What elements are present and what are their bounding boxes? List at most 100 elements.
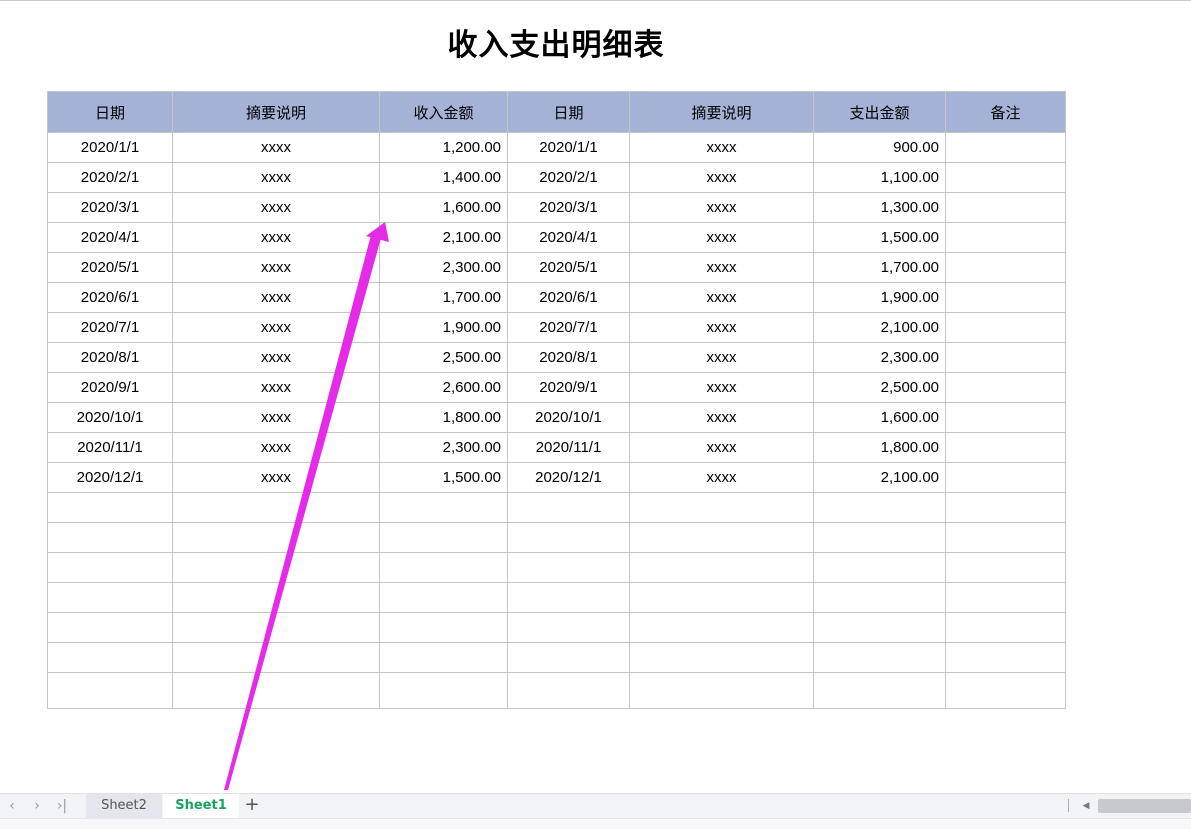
empty-cell[interactable] bbox=[379, 522, 508, 553]
cell-date-income[interactable]: 2020/9/1 bbox=[47, 372, 173, 403]
empty-cell[interactable] bbox=[945, 492, 1066, 523]
cell-desc-income[interactable]: xxxx bbox=[172, 312, 380, 343]
cell-expense-amount[interactable]: 1,600.00 bbox=[813, 402, 946, 433]
cell-desc-income[interactable]: xxxx bbox=[172, 252, 380, 283]
empty-cell[interactable] bbox=[629, 582, 814, 613]
empty-cell[interactable] bbox=[47, 522, 173, 553]
tab-sheet1[interactable]: Sheet1 bbox=[163, 794, 239, 818]
empty-cell[interactable] bbox=[47, 642, 173, 673]
cell-expense-amount[interactable]: 1,100.00 bbox=[813, 162, 946, 193]
cell-date-income[interactable]: 2020/7/1 bbox=[47, 312, 173, 343]
cell-desc-income[interactable]: xxxx bbox=[172, 462, 380, 493]
cell-desc-expense[interactable]: xxxx bbox=[629, 372, 814, 403]
cell-desc-income[interactable]: xxxx bbox=[172, 282, 380, 313]
cell-remarks[interactable] bbox=[945, 192, 1066, 223]
empty-cell[interactable] bbox=[379, 552, 508, 583]
cell-expense-amount[interactable]: 1,800.00 bbox=[813, 432, 946, 463]
cell-desc-expense[interactable]: xxxx bbox=[629, 432, 814, 463]
cell-date-expense[interactable]: 2020/7/1 bbox=[507, 312, 630, 343]
cell-desc-income[interactable]: xxxx bbox=[172, 372, 380, 403]
empty-cell[interactable] bbox=[629, 492, 814, 523]
empty-cell[interactable] bbox=[629, 522, 814, 553]
cell-desc-expense[interactable]: xxxx bbox=[629, 282, 814, 313]
cell-income-amount[interactable]: 1,900.00 bbox=[379, 312, 508, 343]
empty-cell[interactable] bbox=[379, 492, 508, 523]
cell-date-income[interactable]: 2020/6/1 bbox=[47, 282, 173, 313]
cell-income-amount[interactable]: 1,200.00 bbox=[379, 132, 508, 163]
cell-income-amount[interactable]: 2,500.00 bbox=[379, 342, 508, 373]
header-cell-date-income[interactable]: 日期 bbox=[47, 91, 173, 133]
cell-date-income[interactable]: 2020/11/1 bbox=[47, 432, 173, 463]
cell-date-income[interactable]: 2020/3/1 bbox=[47, 192, 173, 223]
empty-cell[interactable] bbox=[813, 672, 946, 709]
cell-desc-income[interactable]: xxxx bbox=[172, 222, 380, 253]
cell-income-amount[interactable]: 2,300.00 bbox=[379, 252, 508, 283]
cell-desc-expense[interactable]: xxxx bbox=[629, 402, 814, 433]
cell-desc-income[interactable]: xxxx bbox=[172, 402, 380, 433]
cell-expense-amount[interactable]: 900.00 bbox=[813, 132, 946, 163]
header-cell-remarks[interactable]: 备注 bbox=[945, 91, 1066, 133]
cell-income-amount[interactable]: 1,700.00 bbox=[379, 282, 508, 313]
empty-cell[interactable] bbox=[629, 612, 814, 643]
cell-remarks[interactable] bbox=[945, 372, 1066, 403]
cell-date-expense[interactable]: 2020/2/1 bbox=[507, 162, 630, 193]
header-cell-income-amount[interactable]: 收入金额 bbox=[379, 91, 508, 133]
empty-cell[interactable] bbox=[813, 582, 946, 613]
cell-desc-income[interactable]: xxxx bbox=[172, 192, 380, 223]
horizontal-scrollbar[interactable] bbox=[1098, 799, 1191, 813]
empty-cell[interactable] bbox=[507, 492, 630, 523]
cell-remarks[interactable] bbox=[945, 432, 1066, 463]
cell-date-expense[interactable]: 2020/11/1 bbox=[507, 432, 630, 463]
cell-remarks[interactable] bbox=[945, 162, 1066, 193]
empty-cell[interactable] bbox=[813, 522, 946, 553]
cell-remarks[interactable] bbox=[945, 222, 1066, 253]
cell-date-income[interactable]: 2020/2/1 bbox=[47, 162, 173, 193]
cell-remarks[interactable] bbox=[945, 252, 1066, 283]
empty-cell[interactable] bbox=[47, 612, 173, 643]
cell-remarks[interactable] bbox=[945, 462, 1066, 493]
cell-date-income[interactable]: 2020/8/1 bbox=[47, 342, 173, 373]
empty-cell[interactable] bbox=[172, 522, 380, 553]
empty-cell[interactable] bbox=[172, 582, 380, 613]
empty-cell[interactable] bbox=[507, 612, 630, 643]
header-cell-desc-expense[interactable]: 摘要说明 bbox=[629, 91, 814, 133]
plus-icon[interactable]: + bbox=[243, 794, 261, 818]
chevron-right-icon[interactable]: › bbox=[28, 796, 46, 816]
cell-remarks[interactable] bbox=[945, 282, 1066, 313]
cell-desc-expense[interactable]: xxxx bbox=[629, 222, 814, 253]
cell-remarks[interactable] bbox=[945, 342, 1066, 373]
cell-income-amount[interactable]: 2,600.00 bbox=[379, 372, 508, 403]
cell-date-expense[interactable]: 2020/6/1 bbox=[507, 282, 630, 313]
cell-remarks[interactable] bbox=[945, 132, 1066, 163]
cell-date-expense[interactable]: 2020/9/1 bbox=[507, 372, 630, 403]
cell-desc-income[interactable]: xxxx bbox=[172, 342, 380, 373]
empty-cell[interactable] bbox=[47, 582, 173, 613]
cell-date-expense[interactable]: 2020/3/1 bbox=[507, 192, 630, 223]
cell-desc-expense[interactable]: xxxx bbox=[629, 342, 814, 373]
empty-cell[interactable] bbox=[172, 492, 380, 523]
empty-cell[interactable] bbox=[629, 672, 814, 709]
cell-desc-income[interactable]: xxxx bbox=[172, 432, 380, 463]
cell-date-expense[interactable]: 2020/1/1 bbox=[507, 132, 630, 163]
skip-last-icon[interactable]: ›| bbox=[53, 796, 71, 816]
cell-expense-amount[interactable]: 2,100.00 bbox=[813, 462, 946, 493]
empty-cell[interactable] bbox=[172, 672, 380, 709]
empty-cell[interactable] bbox=[629, 552, 814, 583]
empty-cell[interactable] bbox=[507, 672, 630, 709]
empty-cell[interactable] bbox=[813, 492, 946, 523]
empty-cell[interactable] bbox=[47, 492, 173, 523]
cell-expense-amount[interactable]: 2,100.00 bbox=[813, 312, 946, 343]
cell-remarks[interactable] bbox=[945, 312, 1066, 343]
chevron-left-icon[interactable]: ‹ bbox=[3, 796, 21, 816]
cell-date-expense[interactable]: 2020/10/1 bbox=[507, 402, 630, 433]
cell-income-amount[interactable]: 1,600.00 bbox=[379, 192, 508, 223]
empty-cell[interactable] bbox=[945, 552, 1066, 583]
empty-cell[interactable] bbox=[379, 672, 508, 709]
cell-expense-amount[interactable]: 1,500.00 bbox=[813, 222, 946, 253]
cell-remarks[interactable] bbox=[945, 402, 1066, 433]
cell-date-expense[interactable]: 2020/5/1 bbox=[507, 252, 630, 283]
cell-income-amount[interactable]: 1,500.00 bbox=[379, 462, 508, 493]
cell-income-amount[interactable]: 1,800.00 bbox=[379, 402, 508, 433]
cell-desc-expense[interactable]: xxxx bbox=[629, 462, 814, 493]
empty-cell[interactable] bbox=[172, 642, 380, 673]
